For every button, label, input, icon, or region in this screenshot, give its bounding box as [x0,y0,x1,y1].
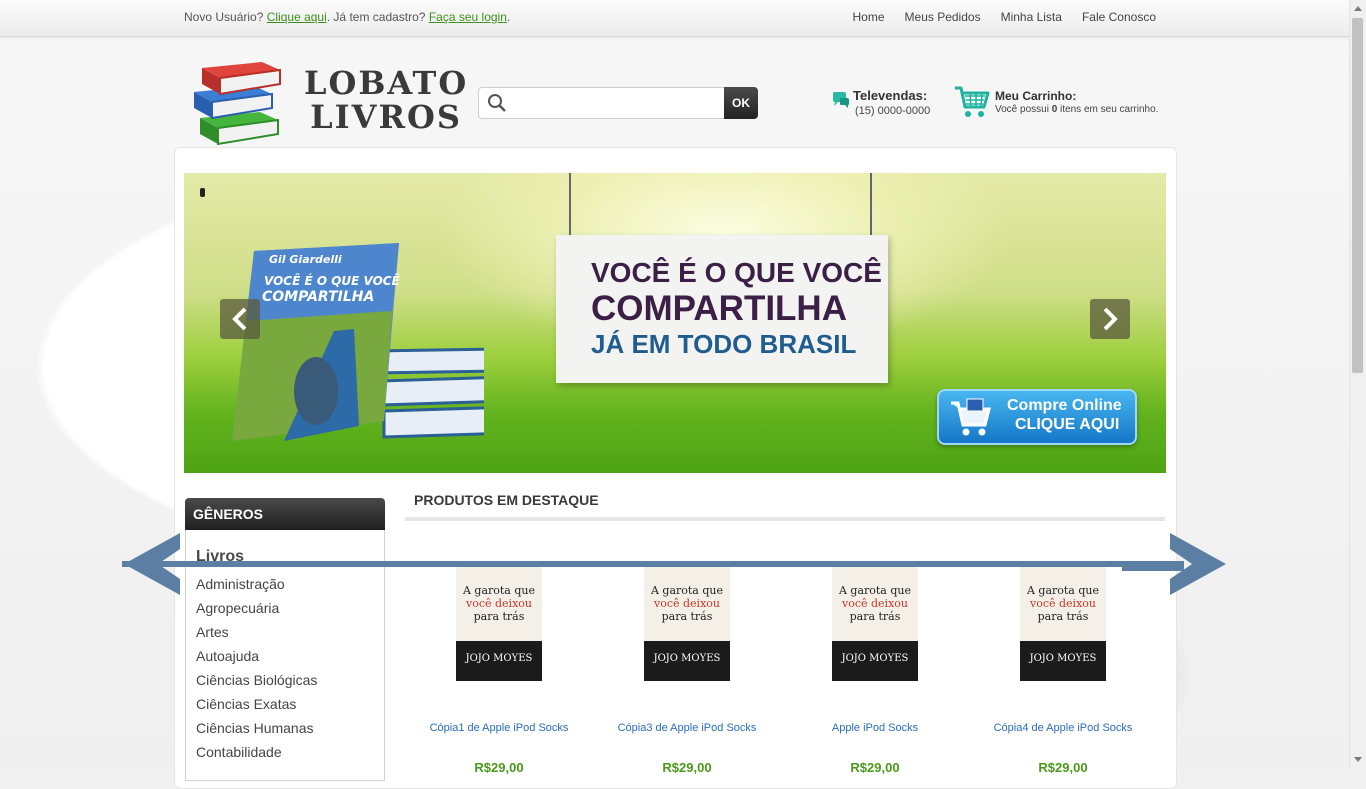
banner-prev-button[interactable] [220,299,260,339]
login-link[interactable]: Faça seu login [429,10,507,24]
banner-headline-3: JÁ EM TODO BRASIL [591,329,857,359]
cta-line-1: Compre Online [1007,397,1122,414]
nav-minha-lista[interactable]: Minha Lista [1001,10,1062,24]
genre-item[interactable]: Agropecuária [196,600,317,624]
product-cover[interactable]: A garota que você deixou para trás JOJO MO… [1020,566,1106,681]
book-cover-art: Gil Giardelli VOCÊ É O QUE VOCÊ COMPARTI… [232,243,484,441]
chat-bubble-icon [833,92,849,108]
cta-line-2: CLIQUE AQUI [1015,416,1120,433]
svg-text:VOCÊ É O QUE VOCÊ: VOCÊ É O QUE VOCÊ [264,273,401,288]
scroll-thumb[interactable] [1352,18,1363,373]
product-name[interactable]: Cópia4 de Apple iPod Socks [969,722,1157,734]
product-card[interactable]: A garota que você deixou para trás JOJO MO… [969,566,1157,776]
genre-item[interactable]: Administração [196,576,317,600]
vertical-scrollbar[interactable] [1349,0,1366,768]
product-name[interactable]: Cópia1 de Apple iPod Socks [405,722,593,734]
search-ok-button[interactable]: OK [724,87,758,119]
genre-item[interactable]: Artes [196,624,317,648]
genre-item[interactable]: Ciências Exatas [196,696,317,720]
banner-next-button[interactable] [1090,299,1130,339]
search-icon [488,94,506,112]
featured-title: PRODUTOS EM DESTAQUE [414,492,599,508]
top-bar: Novo Usuário? Clique aqui. Já tem cadast… [0,0,1350,37]
nav-home[interactable]: Home [853,10,885,24]
product-card[interactable]: A garota que você deixou para trás JOJO MO… [781,566,969,776]
product-name[interactable]: Apple iPod Socks [781,722,969,734]
compre-online-button[interactable]: Compre Online CLIQUE AQUI [937,389,1137,445]
logo-text: LOBATO LIVROS [304,64,469,136]
genre-item[interactable]: Contabilidade [196,744,317,768]
search-bar: OK [478,87,758,119]
banner-sign: VOCÊ É O QUE VOCÊ COMPARTILHA JÁ EM TODO… [556,235,888,383]
scroll-up-icon[interactable] [1354,6,1362,11]
category-livros[interactable]: Livros [196,548,244,566]
product-name[interactable]: Cópia3 de Apple iPod Socks [593,722,781,734]
scroll-down-icon[interactable] [1354,757,1362,762]
top-nav: Home Meus Pedidos Minha Lista Fale Conos… [853,10,1156,24]
banner-headline-1: VOCÊ É O QUE VOCÊ [591,257,882,288]
cart-icon [955,86,990,117]
nav-meus-pedidos[interactable]: Meus Pedidos [905,10,981,24]
slide-indicator[interactable] [200,188,205,197]
genre-item[interactable]: Ciências Biológicas [196,672,317,696]
televendas-title: Televendas: [853,88,928,103]
svg-text:COMPARTILHA: COMPARTILHA [262,289,374,305]
cart-icon [951,398,991,436]
product-cover[interactable]: A garota que você deixou para trás JOJO MO… [644,566,730,681]
product-card[interactable]: A garota que você deixou para trás JOJO MO… [405,566,593,776]
product-cover[interactable]: A garota que você deixou para trás JOJO MO… [456,566,542,681]
cart-description: Você possui 0 itens em seu carrinho. [995,104,1159,115]
chevron-right-icon [1103,307,1118,331]
genre-item[interactable]: Autoajuda [196,648,317,672]
featured-divider [405,517,1165,521]
genre-list: Administração Agropecuária Artes Autoaju… [196,576,317,768]
svg-text:Gil Giardelli: Gil Giardelli [269,253,342,266]
televendas-phone: (15) 0000-0000 [855,105,931,117]
nav-fale-conosco[interactable]: Fale Conosco [1082,10,1156,24]
product-card[interactable]: A garota que você deixou para trás JOJO MO… [593,566,781,776]
sign-string [870,173,872,243]
search-input[interactable] [513,92,697,114]
chevron-left-icon [232,307,247,331]
register-link[interactable]: Clique aqui [267,10,327,24]
product-cover[interactable]: A garota que você deixou para trás JOJO MO… [832,566,918,681]
genres-list-box: Livros Administração Agropecuária Artes … [185,530,385,781]
site-logo[interactable]: LOBATO LIVROS [188,58,466,146]
books-logo-icon [194,62,281,146]
sign-string [569,173,571,243]
genre-item[interactable]: Ciências Humanas [196,720,317,744]
cart-title: Meu Carrinho: [995,89,1077,103]
banner-headline-2: COMPARTILHA [591,289,847,328]
genres-header: GÊNEROS [185,498,385,530]
hero-banner[interactable]: Gil Giardelli VOCÊ É O QUE VOCÊ COMPARTI… [184,173,1166,473]
welcome-text: Novo Usuário? Clique aqui. Já tem cadast… [184,10,511,24]
